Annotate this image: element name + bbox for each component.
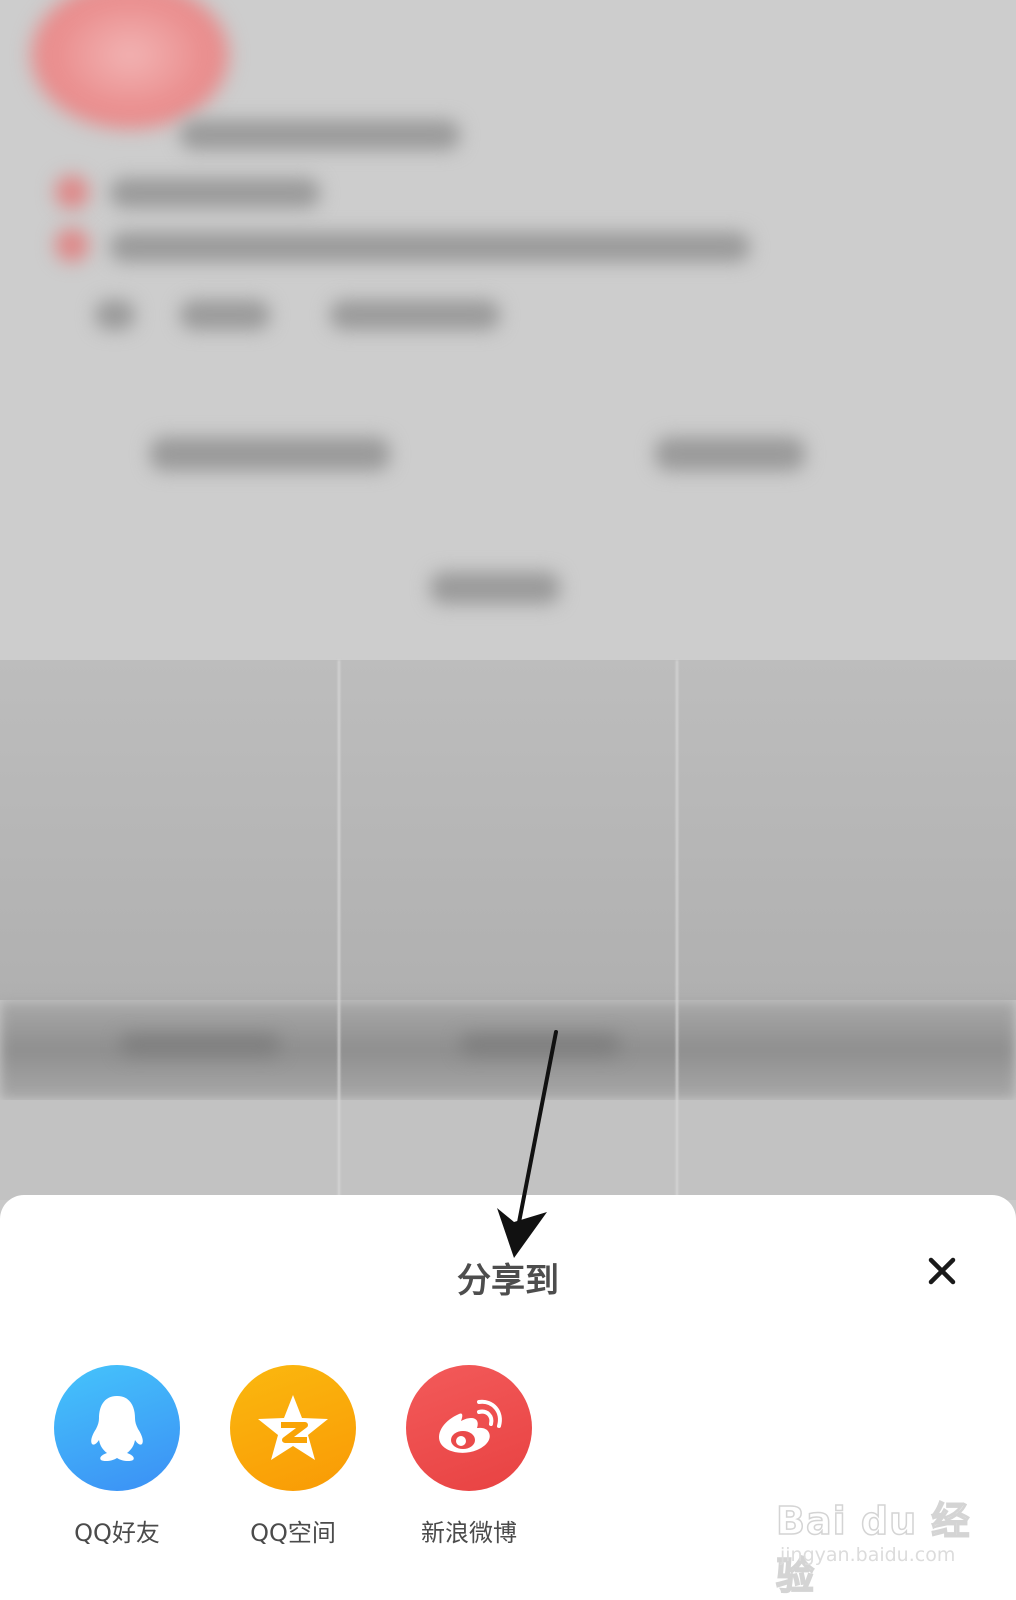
close-button[interactable] — [922, 1251, 962, 1291]
share-qq-friends-circle — [54, 1365, 180, 1491]
background-text-line — [180, 300, 270, 330]
share-qzone-label: QQ空间 — [250, 1519, 336, 1547]
background-column-divider — [676, 660, 678, 1200]
watermark-url: jingyan.baidu.com — [780, 1544, 956, 1566]
share-qzone-circle — [230, 1365, 356, 1491]
background-text-line — [120, 1035, 280, 1055]
share-weibo-circle — [406, 1365, 532, 1491]
blurred-background-app — [0, 0, 1016, 1200]
share-sheet-title: 分享到 — [457, 1261, 559, 1301]
baidu-jingyan-watermark: Bai du 经验 jingyan.baidu.com — [775, 1482, 976, 1599]
background-lower-panel — [0, 1100, 1016, 1200]
weibo-icon — [439, 1399, 502, 1453]
qzone-star-icon — [258, 1395, 328, 1460]
share-qzone-button[interactable]: QQ空间 — [218, 1365, 368, 1548]
background-button — [150, 437, 390, 471]
share-weibo-label: 新浪微博 — [421, 1519, 517, 1547]
background-text-line — [110, 232, 750, 262]
close-icon — [928, 1257, 956, 1285]
background-text-line — [180, 120, 460, 150]
background-button — [430, 572, 560, 604]
background-text-line — [95, 300, 135, 330]
background-button — [655, 437, 805, 471]
share-qq-friends-button[interactable]: QQ好友 — [42, 1365, 192, 1548]
background-column-divider — [338, 660, 340, 1200]
background-bullet — [55, 228, 89, 262]
background-middle-panel — [0, 660, 1016, 1000]
background-bullet — [55, 175, 89, 209]
share-qq-friends-label: QQ好友 — [74, 1519, 160, 1547]
background-text-line — [330, 300, 500, 330]
share-weibo-button[interactable]: 新浪微博 — [394, 1365, 544, 1548]
qq-penguin-icon — [91, 1396, 143, 1462]
background-text-line — [460, 1035, 620, 1055]
background-text-line — [110, 178, 320, 208]
